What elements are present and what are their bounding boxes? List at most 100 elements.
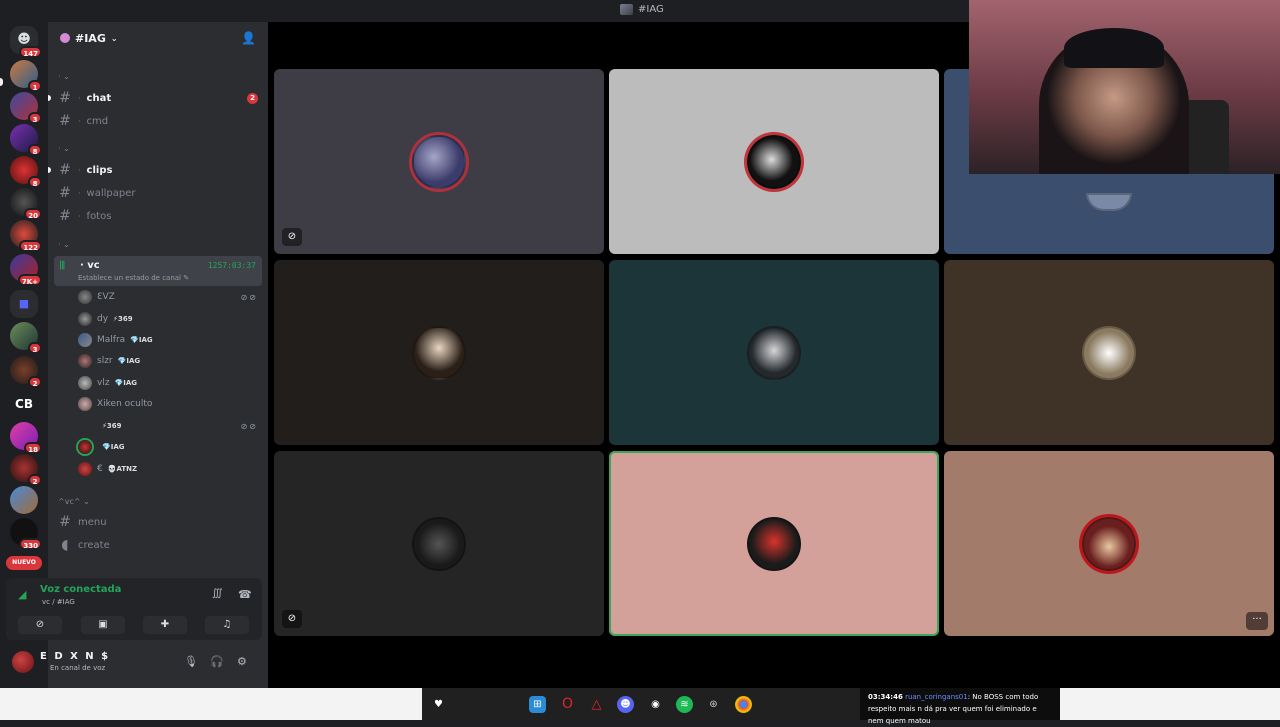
screen-share-button[interactable]: ▣ — [81, 616, 125, 634]
chat-timestamp: 03:34:46 — [868, 693, 903, 701]
avatar — [78, 312, 92, 326]
voice-member[interactable]: vlz 💎IAG — [78, 374, 260, 392]
voice-elapsed-time: 1257:03:37 — [207, 261, 256, 270]
disconnect-icon[interactable]: ☎ — [238, 588, 252, 601]
gear-icon[interactable]: ⚙ — [237, 655, 247, 668]
folder-icon[interactable]: ■ — [10, 290, 38, 318]
voice-channel-icon: ◖ — [61, 537, 69, 553]
windows-start-icon[interactable]: ⊞ — [529, 696, 546, 713]
channel-cmd[interactable]: # · cmd — [58, 111, 264, 131]
participant-tile[interactable]: ··· — [944, 451, 1274, 636]
participant-tile[interactable] — [944, 260, 1274, 445]
voice-member[interactable]: ⚡369 ⊘⊘ — [78, 417, 260, 435]
steam-icon[interactable]: ⊛ — [705, 696, 722, 713]
obs-icon[interactable]: ◉ — [647, 696, 664, 713]
camera-off-icon: ⊘ — [282, 610, 302, 628]
streamer-webcam-overlay — [969, 0, 1280, 174]
channel-label: menu — [78, 516, 107, 528]
server-icon-13[interactable]: 330 — [10, 518, 42, 550]
new-badge[interactable]: NUEVO — [6, 556, 42, 570]
voice-member[interactable]: ƐVZ ⊘⊘ — [78, 288, 260, 306]
channel-fotos[interactable]: # · fotos — [58, 206, 264, 226]
channel-create[interactable]: ◖ create — [58, 535, 264, 555]
category-collapsed[interactable]: · ⌄ — [58, 240, 70, 249]
headphones-icon[interactable]: 🎧 — [210, 655, 224, 668]
participant-tile[interactable] — [609, 69, 939, 254]
camera-off-button[interactable]: ⊘ — [18, 616, 62, 634]
muted-deafened-icon: ⊘⊘ — [240, 292, 258, 302]
channel-label: cmd — [86, 115, 109, 127]
avatar — [412, 326, 466, 380]
server-icon — [60, 33, 70, 43]
server-icon-8[interactable]: 3 — [10, 322, 42, 354]
server-icon-4[interactable]: 8 — [10, 156, 42, 188]
taskbar: ♥ ⊞ O △ ☻ ◉ ≋ ⊛ 03:34:46 ruan_coringans0… — [0, 688, 1280, 725]
heart-icon[interactable]: ♥ — [430, 696, 447, 713]
activities-button[interactable]: ✚ — [143, 616, 187, 634]
member-tag: ⚡369 — [113, 315, 133, 323]
server-badge: 3 — [28, 342, 42, 354]
mention-badge: 2 — [247, 92, 258, 104]
category-collapsed[interactable]: · ⌄ — [58, 144, 70, 153]
server-icon-10[interactable]: 18 — [10, 422, 42, 454]
voice-channel-vc[interactable]: 𝄃𝄃 · vc 1257:03:37 Establece un estado d… — [54, 256, 262, 286]
voice-member[interactable]: dy ⚡369 — [78, 310, 260, 328]
signal-icon[interactable]: ◢ — [18, 588, 26, 601]
avatar — [1082, 326, 1136, 380]
voice-member[interactable]: 💎IAG — [78, 438, 260, 456]
channel-menu[interactable]: # menu — [58, 512, 264, 532]
soundboard-button[interactable]: ♫ — [205, 616, 249, 634]
server-icon-cb[interactable]: CB — [10, 390, 38, 418]
bullet: · — [78, 93, 81, 103]
server-header[interactable]: #IAG ⌄ 👤 — [48, 22, 268, 54]
user-panel: E D X N $ En canal de voz 🎙 🎧 ⚙ — [6, 646, 262, 680]
member-name: dy — [97, 314, 109, 324]
category-vc[interactable]: ^vc^ ⌄ — [58, 497, 90, 506]
noise-suppression-icon[interactable]: ∭ — [212, 588, 223, 599]
chrome-icon[interactable] — [735, 696, 752, 713]
channel-chat[interactable]: # · chat 2 — [58, 88, 264, 108]
voice-member[interactable]: slzr 💎IAG — [78, 352, 260, 370]
participant-tile-speaking[interactable] — [609, 451, 939, 636]
voice-location[interactable]: vc / #IAG — [42, 598, 75, 606]
username[interactable]: E D X N $ — [40, 651, 110, 662]
server-icon-2[interactable]: 3 — [10, 92, 42, 124]
category-collapsed[interactable]: · ⌄ — [58, 72, 70, 81]
camera-off-icon: ⊘ — [35, 619, 45, 630]
avatar — [78, 462, 92, 476]
participant-tile[interactable] — [609, 260, 939, 445]
taskbar-center: ♥ ⊞ O △ ☻ ◉ ≋ ⊛ — [422, 688, 860, 720]
participant-tile[interactable]: ⊘ — [274, 451, 604, 636]
opera-icon[interactable]: O — [559, 696, 576, 713]
more-options-icon[interactable]: ··· — [1246, 612, 1268, 630]
voice-member[interactable]: € 💀ATNZ — [78, 460, 260, 478]
server-icon-6[interactable]: 122 — [10, 220, 42, 252]
channel-wallpaper[interactable]: # · wallpaper — [58, 183, 264, 203]
invite-people-icon[interactable]: 👤 — [241, 31, 256, 45]
muted-deafened-icon: ⊘⊘ — [240, 421, 258, 431]
participant-tile[interactable]: ⊘ — [274, 69, 604, 254]
server-icon-11[interactable]: 2 — [10, 454, 42, 486]
server-icon-5[interactable]: 20 — [10, 188, 42, 220]
voice-status[interactable]: Voz conectada — [40, 584, 121, 595]
server-icon-3[interactable]: 8 — [10, 124, 42, 156]
server-icon-7[interactable]: 7K+ — [10, 254, 42, 286]
server-icon-12[interactable] — [10, 486, 38, 514]
server-icon-1[interactable]: 1 — [10, 60, 42, 92]
spotify-icon[interactable]: ≋ — [676, 696, 693, 713]
avatar — [78, 419, 92, 433]
voice-member[interactable]: Malfra 💎IAG — [78, 331, 260, 349]
channel-clips[interactable]: # · clips — [58, 160, 264, 180]
app-triangle-icon[interactable]: △ — [588, 696, 605, 713]
microphone-icon[interactable]: 🎙 — [184, 655, 198, 668]
discord-icon[interactable]: ☻ — [617, 696, 634, 713]
category-label: ^vc^ — [58, 497, 81, 506]
home-button[interactable]: ☻ 147 — [10, 26, 42, 58]
avatar[interactable] — [12, 651, 34, 673]
channel-status-prompt[interactable]: Establece un estado de canal ✎ — [78, 274, 189, 282]
member-name: vlz — [97, 378, 110, 388]
member-name: slzr — [97, 356, 113, 366]
voice-member[interactable]: Xiken oculto — [78, 395, 260, 413]
server-icon-9[interactable]: 2 — [10, 356, 42, 388]
participant-tile[interactable] — [274, 260, 604, 445]
